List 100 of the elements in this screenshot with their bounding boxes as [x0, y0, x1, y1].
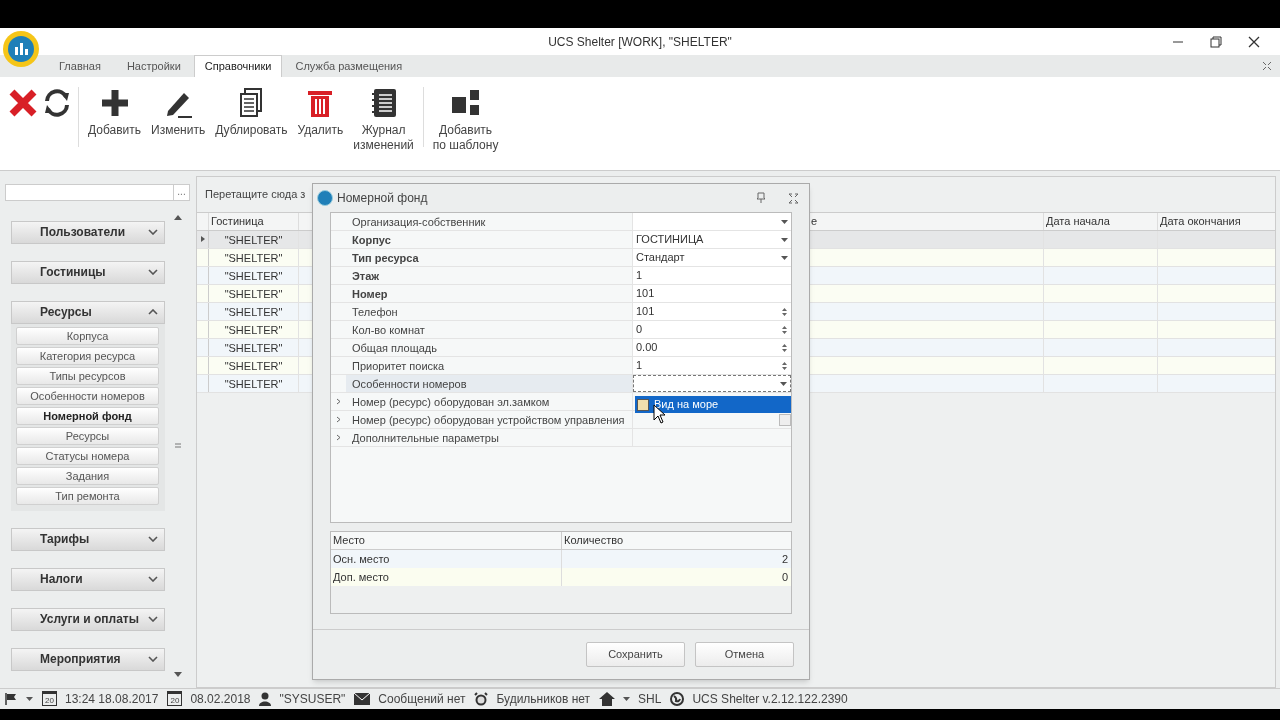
property-value[interactable]: 1	[633, 267, 791, 284]
spinner-icon[interactable]	[782, 342, 787, 353]
accordion-header[interactable]: Пользователи	[11, 220, 165, 244]
chevron-down-icon	[148, 656, 158, 663]
property-label: Номер (ресурс) оборудован эл.замком	[346, 393, 633, 410]
table-cell: "SHELTER"	[209, 230, 299, 248]
globe-icon	[670, 691, 685, 706]
envelope-icon	[354, 692, 371, 705]
caret-icon[interactable]	[623, 696, 631, 701]
accordion-item[interactable]: Статусы номера	[16, 446, 159, 465]
status-text: UCS Shelter v.2.12.122.2390	[692, 690, 848, 708]
table-cell: "SHELTER"	[209, 266, 299, 284]
accordion-header[interactable]: Ресурсы	[11, 300, 165, 324]
caret-icon[interactable]	[779, 381, 787, 386]
property-label: Дополнительные параметры	[346, 429, 633, 446]
accordion-header[interactable]: Тарифы	[11, 527, 165, 551]
accordion-header[interactable]: Услуги и оплаты	[11, 607, 165, 631]
ribbon-tab[interactable]: Служба размещения	[282, 55, 416, 78]
spinner-icon[interactable]	[782, 360, 787, 371]
column-header[interactable]: Гостиница	[209, 212, 299, 230]
status-text: 08.02.2018	[190, 690, 251, 708]
chevron-down-icon	[148, 616, 158, 623]
toolbar-button[interactable]: Добавить по шаблону	[427, 87, 504, 154]
person-icon	[259, 691, 272, 706]
accordion-item[interactable]: Задания	[16, 466, 159, 485]
toolbar-button[interactable]: Дублировать	[210, 87, 293, 139]
column-header[interactable]: Место	[331, 532, 562, 549]
chevron-down-icon	[148, 576, 158, 583]
toolbar-button[interactable]: Изменить	[146, 87, 211, 139]
caret-icon[interactable]	[780, 219, 788, 224]
caret-icon[interactable]	[780, 255, 788, 260]
flag-icon[interactable]	[4, 691, 18, 706]
accordion-item[interactable]: Категория ресурса	[16, 346, 159, 365]
accordion-header[interactable]: Мероприятия	[11, 647, 165, 671]
accordion-item[interactable]: Номерной фонд	[16, 406, 159, 425]
ribbon-tab[interactable]: Справочники	[193, 55, 283, 78]
table-cell: "SHELTER"	[209, 302, 299, 320]
property-value[interactable]: 101	[633, 285, 791, 302]
spinner-icon[interactable]	[782, 324, 787, 335]
app-logo[interactable]	[3, 31, 39, 68]
checkbox[interactable]	[637, 398, 649, 411]
status-text: 13:24 18.08.2017	[65, 690, 159, 708]
chevron-down-icon	[148, 536, 158, 543]
restore-icon[interactable]	[1210, 35, 1222, 48]
alarm-clock-icon	[474, 691, 489, 706]
group-panel-hint: Перетащите сюда з	[205, 186, 306, 202]
dialog-button[interactable]: Сохранить	[586, 642, 685, 667]
home-icon[interactable]	[599, 691, 616, 706]
browse-button[interactable]: ...	[173, 184, 189, 200]
accordion-header[interactable]: Налоги	[11, 567, 165, 591]
accordion-item[interactable]: Тип ремонта	[16, 486, 159, 505]
table-cell: "SHELTER"	[209, 284, 299, 302]
table-cell: "SHELTER"	[209, 374, 299, 392]
spinner-icon[interactable]	[782, 306, 787, 317]
close-icon[interactable]	[1248, 35, 1260, 48]
status-text: Будильников нет	[496, 690, 591, 708]
status-text: SHL	[638, 690, 662, 708]
scroll-down-icon[interactable]	[174, 671, 182, 677]
table-cell: Доп. место	[331, 568, 562, 586]
dropdown-option[interactable]: Вид на море	[635, 396, 791, 413]
ribbon-tab[interactable]: Главная	[46, 55, 114, 78]
column-header[interactable]: Дата начала	[1044, 212, 1158, 230]
accordion-item[interactable]: Типы ресурсов	[16, 366, 159, 385]
calendar-icon: 20	[42, 691, 57, 707]
caret-icon[interactable]	[780, 237, 788, 242]
table-cell-text: 2	[780, 552, 789, 567]
table-cell: "SHELTER"	[209, 338, 299, 356]
dialog-button[interactable]: Отмена	[695, 642, 794, 667]
accordion-header[interactable]: Гостиницы	[11, 260, 165, 284]
property-label: Номер (ресурс) оборудован устройством управления	[346, 411, 633, 428]
table-cell-text: 0	[780, 570, 789, 585]
pin-icon[interactable]	[756, 192, 766, 204]
column-header[interactable]: Дата окончания	[1158, 212, 1275, 230]
property-label: Особенности номеров	[346, 375, 633, 392]
scrollbar[interactable]	[172, 214, 184, 677]
accordion-item[interactable]: Ресурсы	[16, 426, 159, 445]
dialog-title: Номерной фонд	[337, 190, 428, 207]
ribbon-tab[interactable]: Настройки	[113, 55, 194, 78]
table-cell: "SHELTER"	[209, 248, 299, 266]
chevron-up-icon	[148, 309, 158, 316]
chevron-down-icon	[148, 269, 158, 276]
collapse-ribbon-icon[interactable]	[1262, 61, 1272, 72]
table-cell: "SHELTER"	[209, 320, 299, 338]
window-title: UCS Shelter [WORK], "SHELTER"	[547, 33, 733, 51]
caret-icon[interactable]	[26, 696, 33, 701]
row-pointer-icon	[200, 236, 205, 243]
checkbox[interactable]	[779, 413, 791, 426]
table-cell: "SHELTER"	[209, 356, 299, 374]
scroll-grip-icon[interactable]	[175, 443, 181, 449]
accordion-item[interactable]: Корпуса	[16, 326, 159, 345]
toolbar-button[interactable]: Удалить	[292, 87, 349, 139]
toolbar-button[interactable]: Журнал изменений	[348, 87, 419, 154]
accordion-item[interactable]: Особенности номеров	[16, 386, 159, 405]
scroll-up-icon[interactable]	[174, 214, 182, 220]
search-field[interactable]: ...	[5, 183, 190, 201]
chevron-down-icon	[148, 229, 158, 236]
status-text: "SYSUSER"	[279, 690, 346, 708]
toolbar-button[interactable]: Добавить	[83, 87, 147, 139]
column-header[interactable]: Количество	[562, 532, 791, 549]
app-logo	[317, 190, 333, 206]
